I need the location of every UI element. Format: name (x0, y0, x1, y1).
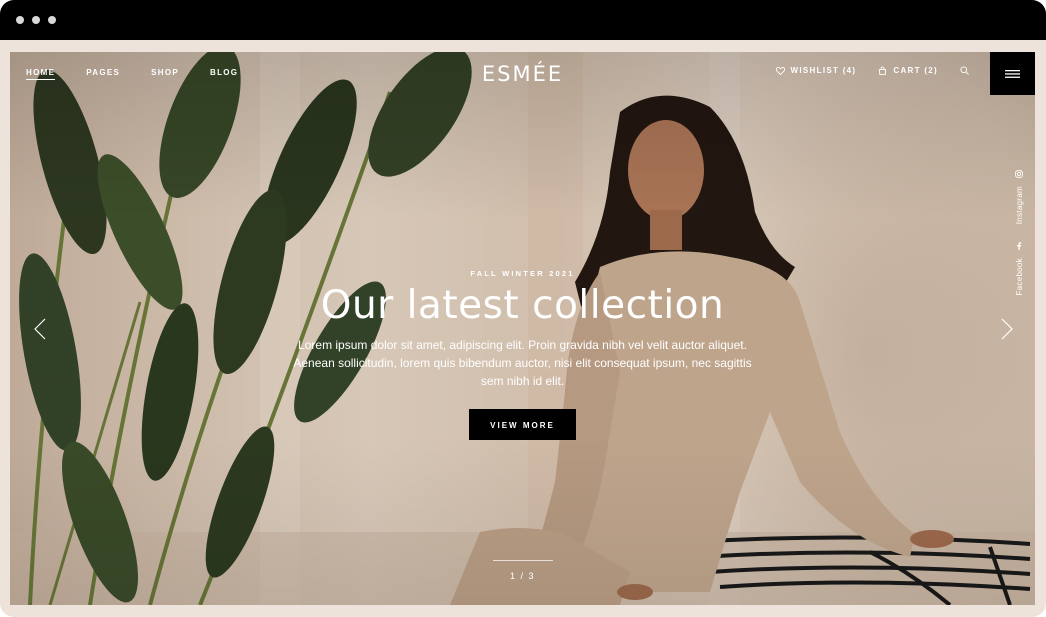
search-button[interactable] (960, 66, 969, 75)
wishlist-link[interactable]: WISHLIST (4) (775, 66, 857, 75)
view-more-button[interactable]: VIEW MORE (469, 409, 576, 440)
hero-slider: HOME PAGES SHOP BLOG ESMÉE WISHLIST (4) … (10, 52, 1035, 605)
cart-link[interactable]: CART (2) (878, 66, 938, 75)
hero-description: Lorem ipsum dolor sit amet, adipiscing e… (293, 338, 752, 388)
hero-content: FALL WINTER 2021 Our latest collection L… (10, 269, 1035, 440)
pagination-text: 1 / 3 (509, 571, 535, 581)
utility-nav: WISHLIST (4) CART (2) (775, 66, 969, 75)
bag-icon (879, 66, 887, 75)
browser-frame: HOME PAGES SHOP BLOG ESMÉE WISHLIST (4) … (0, 0, 1046, 617)
window-dot (32, 16, 40, 24)
hero-eyebrow: FALL WINTER 2021 (470, 269, 575, 278)
browser-title-bar (0, 0, 1046, 40)
slide-pagination: 1 / 3 (10, 560, 1035, 581)
heart-icon (775, 66, 785, 75)
facebook-icon[interactable] (1016, 242, 1022, 251)
wishlist-label: WISHLIST (4) (790, 66, 857, 75)
menu-button[interactable] (990, 52, 1035, 95)
window-dot (16, 16, 24, 24)
hero-headline: Our latest collection (320, 283, 725, 328)
window-dot (48, 16, 56, 24)
cart-label: CART (2) (893, 66, 938, 75)
search-icon (960, 66, 969, 75)
pagination-line (492, 560, 553, 561)
hamburger-menu-icon (1005, 69, 1020, 78)
instagram-icon[interactable] (1015, 170, 1023, 178)
instagram-link[interactable]: Instagram (1015, 186, 1024, 224)
